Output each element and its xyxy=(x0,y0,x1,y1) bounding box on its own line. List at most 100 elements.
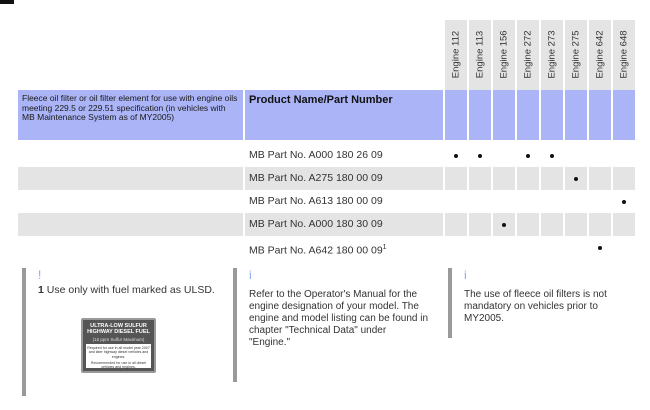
applies-bullet xyxy=(478,153,482,158)
footnote-body: Use only with fuel marked as ULSD. xyxy=(46,284,215,296)
engine-applicability-cell xyxy=(613,144,635,167)
engine-applicability-cell xyxy=(445,167,467,190)
corner-mark xyxy=(0,0,14,4)
part-number: MB Part No. A000 180 30 09 xyxy=(249,218,383,230)
row-description-cell xyxy=(18,213,243,236)
engine-applicability-cell xyxy=(469,144,491,167)
engine-applicability-cell xyxy=(589,190,611,213)
engine-applicability-cell xyxy=(493,236,515,259)
engine-applicability-cell xyxy=(541,144,563,167)
engine-applicability-cell xyxy=(541,236,563,259)
fleece-filter-note: i The use of fleece oil filters is not m… xyxy=(448,268,638,338)
engine-applicability-cell xyxy=(445,236,467,259)
exclamation-icon: ! xyxy=(38,268,42,282)
engine-applicability-cell xyxy=(517,167,539,190)
filter-description: Fleece oil filter or oil filter element … xyxy=(18,90,243,140)
fuel-label-panel: Required for use in all model year 2007 … xyxy=(86,344,151,370)
part-number-cell: MB Part No. A642 180 00 091 xyxy=(245,236,443,259)
table-row: MB Part No. A613 180 00 09 xyxy=(18,190,638,213)
engine-label: Engine 112 xyxy=(450,30,462,79)
engine-applicability-cell xyxy=(613,236,635,259)
applies-bullet xyxy=(526,153,530,158)
header-engine-cell xyxy=(469,90,491,140)
footnote-reference: 1 xyxy=(382,244,387,251)
product-column-header: Product Name/Part Number xyxy=(245,90,443,140)
engine-applicability-cell xyxy=(517,236,539,259)
engine-applicability-cell xyxy=(589,236,611,259)
fuel-label-title: ULTRA-LOW SULFUR HIGHWAY DIESEL FUEL xyxy=(87,323,150,335)
engine-label: Engine 273 xyxy=(546,30,558,79)
engine-applicability-cell xyxy=(445,213,467,236)
fuel-label-required: Required for use in all model year 2007 … xyxy=(87,346,150,359)
engine-column-header: Engine 156 xyxy=(493,20,515,90)
engine-applicability-cell xyxy=(565,167,587,190)
engine-column-header: Engine 275 xyxy=(565,20,587,90)
header-engine-cell xyxy=(589,90,611,140)
footnote-text: 1 Use only with fuel marked as ULSD. xyxy=(38,284,215,296)
part-number: MB Part No. A613 180 00 09 xyxy=(249,195,383,207)
part-number-cell: MB Part No. A000 180 30 09 xyxy=(245,213,443,236)
engine-applicability-cell xyxy=(517,190,539,213)
row-description-cell xyxy=(18,190,243,213)
applies-bullet xyxy=(550,153,554,158)
fleece-filter-text: The use of fleece oil filters is not man… xyxy=(464,289,607,324)
engine-applicability-cell xyxy=(613,213,635,236)
part-number: MB Part No. A000 180 26 09 xyxy=(249,149,383,161)
engine-applicability-cell xyxy=(493,144,515,167)
info-icon: i xyxy=(464,268,467,282)
engine-column-header: Engine 273 xyxy=(541,20,563,90)
operators-manual-note: i Refer to the Operator's Manual for the… xyxy=(233,268,433,382)
engine-column-header: Engine 113 xyxy=(469,20,491,90)
table-row: MB Part No. A000 180 30 09 xyxy=(18,213,638,236)
engine-label: Engine 272 xyxy=(522,30,534,79)
part-number-cell: MB Part No. A613 180 00 09 xyxy=(245,190,443,213)
part-number: MB Part No. A275 180 00 09 xyxy=(249,172,383,184)
engine-label: Engine 275 xyxy=(570,30,582,79)
table-header-row: Fleece oil filter or oil filter element … xyxy=(18,90,638,140)
applies-bullet xyxy=(574,176,578,181)
engine-label: Engine 648 xyxy=(618,30,630,79)
table-row: MB Part No. A275 180 00 09 xyxy=(18,167,638,190)
row-description-cell xyxy=(18,144,243,167)
engine-label: Engine 642 xyxy=(594,30,606,79)
operators-manual-text: Refer to the Operator's Manual for the e… xyxy=(249,289,429,348)
applies-bullet xyxy=(598,245,602,250)
engine-applicability-cell xyxy=(541,213,563,236)
engine-applicability-cell xyxy=(493,190,515,213)
part-number-cell: MB Part No. A000 180 26 09 xyxy=(245,144,443,167)
engine-applicability-cell xyxy=(565,144,587,167)
table-row: MB Part No. A000 180 26 09 xyxy=(18,144,638,167)
engine-applicability-cell xyxy=(469,236,491,259)
engine-applicability-cell xyxy=(469,190,491,213)
engine-applicability-cell xyxy=(469,213,491,236)
engine-column-header: Engine 648 xyxy=(613,20,635,90)
engine-applicability-cell xyxy=(541,167,563,190)
engine-applicability-cell xyxy=(589,213,611,236)
applies-bullet xyxy=(502,222,506,227)
engine-applicability-cell xyxy=(517,213,539,236)
footnote-note: ! 1 Use only with fuel marked as ULSD. U… xyxy=(22,268,232,396)
engine-applicability-cell xyxy=(493,213,515,236)
engine-applicability-cell xyxy=(613,190,635,213)
engine-applicability-cell xyxy=(565,236,587,259)
header-engine-cell xyxy=(613,90,635,140)
ulsd-fuel-label: ULTRA-LOW SULFUR HIGHWAY DIESEL FUEL (15… xyxy=(81,318,156,373)
header-engine-cell xyxy=(445,90,467,140)
row-description-cell xyxy=(18,167,243,190)
engine-label: Engine 113 xyxy=(474,30,486,79)
engine-applicability-cell xyxy=(517,144,539,167)
fuel-label-subtitle: (15 ppm Sulfur Maximum) xyxy=(92,337,145,342)
fuel-label-recommended: Recommended for use in all diesel vehicl… xyxy=(90,361,147,370)
engine-applicability-cell xyxy=(493,167,515,190)
engine-applicability-cell xyxy=(541,190,563,213)
footnote-number: 1 xyxy=(38,284,44,296)
engine-column-header: Engine 642 xyxy=(589,20,611,90)
applies-bullet xyxy=(622,199,626,204)
table-row: MB Part No. A642 180 00 091 xyxy=(18,236,638,259)
engine-applicability-cell xyxy=(613,167,635,190)
header-engine-cell xyxy=(493,90,515,140)
header-engine-cell xyxy=(541,90,563,140)
engine-column-header: Engine 272 xyxy=(517,20,539,90)
engine-label: Engine 156 xyxy=(498,30,510,79)
engine-applicability-cell xyxy=(469,167,491,190)
